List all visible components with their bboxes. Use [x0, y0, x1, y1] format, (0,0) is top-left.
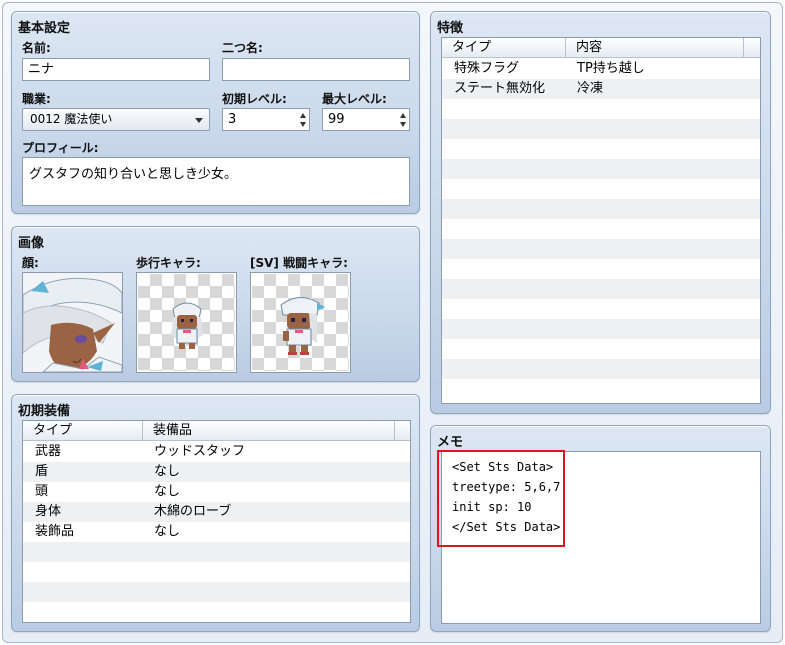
- empty-row: [442, 239, 760, 259]
- memo-title: メモ: [437, 435, 464, 450]
- empty-row: [442, 339, 760, 359]
- spin-down-icon[interactable]: [300, 122, 306, 127]
- class-select[interactable]: 0012 魔法使い: [22, 108, 210, 131]
- highlight-box: [437, 450, 565, 547]
- equipment-list[interactable]: タイプ 装備品 武器 ウッドスタッフ 盾なし 頭なし 身体 木綿のローブ 装飾品 なし: [22, 420, 411, 623]
- table-row[interactable]: 身体 木綿のローブ: [23, 502, 410, 522]
- max-level-label: 最大レベル:: [322, 92, 387, 106]
- face-image[interactable]: [22, 272, 123, 373]
- empty-row: [23, 542, 410, 562]
- traits-list[interactable]: タイプ 内容 特殊フラグ TP持ち越し ステート無効化 冷凍: [441, 37, 761, 404]
- init-level-stepper[interactable]: 3: [222, 108, 310, 131]
- empty-row: [442, 219, 760, 239]
- class-select-value: 0012 魔法使い: [30, 112, 113, 126]
- empty-row: [442, 139, 760, 159]
- class-label: 職業:: [22, 92, 51, 106]
- traits-title: 特徴: [437, 21, 464, 36]
- basic-settings-panel: 基本設定 名前: ニナ 二つ名: 職業: 0012 魔法使い 初期レベル: 3 …: [11, 11, 420, 214]
- name-field[interactable]: ニナ: [22, 58, 210, 81]
- table-row[interactable]: 装飾品 なし: [23, 522, 410, 542]
- table-row[interactable]: ステート無効化 冷凍: [442, 79, 760, 99]
- face-portrait: [22, 273, 123, 373]
- name-label: 名前:: [22, 41, 51, 55]
- table-row[interactable]: 武器 ウッドスタッフ: [23, 442, 410, 462]
- table-row[interactable]: 特殊フラグ TP持ち越し: [442, 59, 760, 79]
- max-level-value: 99: [328, 112, 345, 127]
- battler-label: [SV] 戦闘キャラ:: [250, 256, 348, 270]
- max-level-stepper[interactable]: 99: [322, 108, 410, 131]
- basic-settings-title: 基本設定: [18, 21, 71, 36]
- column-header-item[interactable]: 装備品: [143, 421, 395, 441]
- column-header-type[interactable]: タイプ: [442, 38, 566, 58]
- empty-row: [442, 279, 760, 299]
- empty-row: [442, 199, 760, 219]
- walk-sprite: [171, 302, 203, 349]
- empty-row: [442, 99, 760, 119]
- battler-sprite: [280, 297, 325, 355]
- face-label: 顔:: [22, 256, 39, 270]
- nickname-field[interactable]: [222, 58, 410, 81]
- table-row[interactable]: 盾なし: [23, 462, 410, 482]
- equipment-list-header: タイプ 装備品: [23, 421, 410, 441]
- spin-up-icon[interactable]: [300, 113, 306, 118]
- empty-row: [23, 602, 410, 622]
- battler-image[interactable]: [250, 272, 351, 373]
- nickname-label: 二つ名:: [222, 41, 263, 55]
- profile-textarea[interactable]: グスタフの知り合いと思しき少女。: [22, 157, 410, 206]
- images-title: 画像: [18, 236, 45, 251]
- traits-list-header: タイプ 内容: [442, 38, 760, 58]
- empty-row: [23, 562, 410, 582]
- empty-row: [442, 119, 760, 139]
- equipment-panel: 初期装備 タイプ 装備品 武器 ウッドスタッフ 盾なし 頭なし 身体 木綿のローブ …: [11, 394, 420, 632]
- equipment-title: 初期装備: [18, 404, 71, 419]
- empty-row: [442, 259, 760, 279]
- init-level-value: 3: [228, 112, 237, 127]
- profile-label: プロフィール:: [22, 141, 99, 155]
- column-header-content[interactable]: 内容: [566, 38, 744, 58]
- empty-row: [442, 159, 760, 179]
- empty-row: [442, 299, 760, 319]
- column-header-type[interactable]: タイプ: [23, 421, 143, 441]
- spin-up-icon[interactable]: [400, 113, 406, 118]
- walk-label: 歩行キャラ:: [136, 256, 201, 270]
- chevron-down-icon: [195, 118, 203, 123]
- table-row[interactable]: 頭なし: [23, 482, 410, 502]
- spin-down-icon[interactable]: [400, 122, 406, 127]
- walk-image[interactable]: [136, 272, 237, 373]
- empty-row: [442, 359, 760, 379]
- traits-panel: 特徴 タイプ 内容 特殊フラグ TP持ち越し ステート無効化 冷凍: [430, 11, 771, 414]
- empty-row: [23, 582, 410, 602]
- images-panel: 画像 顔: 歩行キャラ: [SV] 戦闘キャラ:: [11, 226, 420, 382]
- empty-row: [442, 379, 760, 399]
- empty-row: [442, 319, 760, 339]
- init-level-label: 初期レベル:: [222, 92, 287, 106]
- empty-row: [442, 179, 760, 199]
